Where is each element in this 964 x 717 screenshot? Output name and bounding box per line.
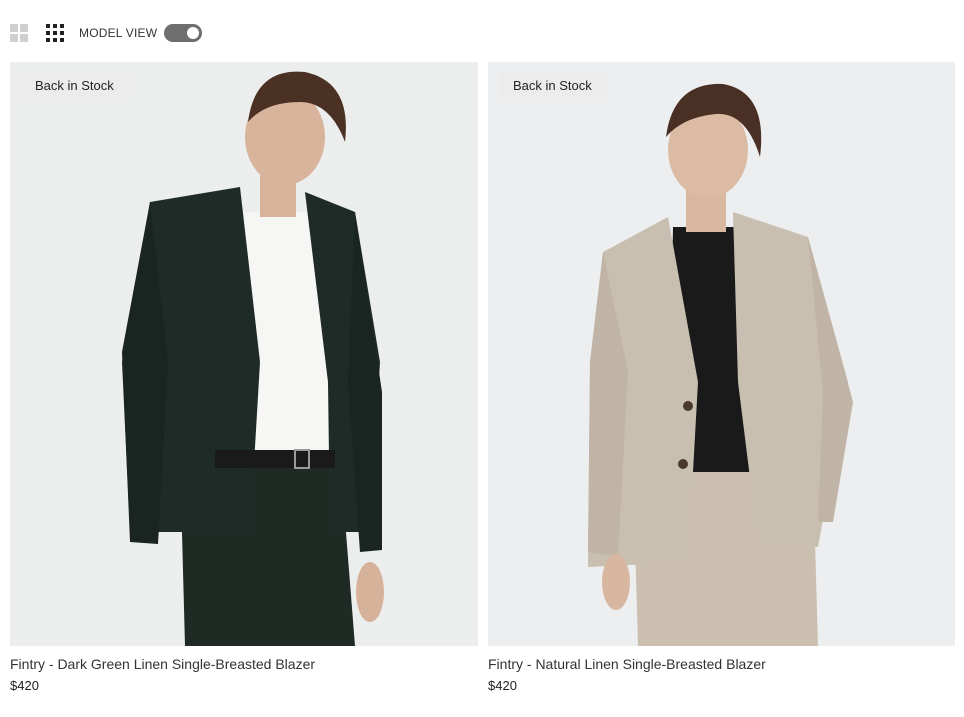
toggle-knob (187, 27, 200, 39)
grid-2x2-icon[interactable] (10, 24, 28, 42)
product-image[interactable]: Back in Stock (10, 62, 478, 646)
product-image[interactable]: Back in Stock (488, 62, 955, 646)
product-price: $420 (488, 678, 517, 693)
model-view-label: MODEL VIEW (79, 26, 158, 40)
product-card[interactable]: Back in Stock Fintry - Natural Linen Sin… (488, 62, 955, 693)
back-in-stock-badge: Back in Stock (498, 72, 607, 98)
product-price: $420 (10, 678, 39, 693)
back-in-stock-badge: Back in Stock (20, 72, 129, 98)
model-photo-dark-green-blazer (10, 62, 478, 646)
product-title[interactable]: Fintry - Natural Linen Single-Breasted B… (488, 656, 955, 672)
product-title[interactable]: Fintry - Dark Green Linen Single-Breaste… (10, 656, 478, 672)
grid-3x3-icon[interactable] (46, 24, 64, 42)
product-card[interactable]: Back in Stock Fintry - Dark Green Linen … (10, 62, 478, 693)
view-toolbar: MODEL VIEW (10, 22, 203, 44)
model-photo-natural-blazer (488, 62, 955, 646)
model-view-toggle[interactable] (164, 24, 203, 42)
